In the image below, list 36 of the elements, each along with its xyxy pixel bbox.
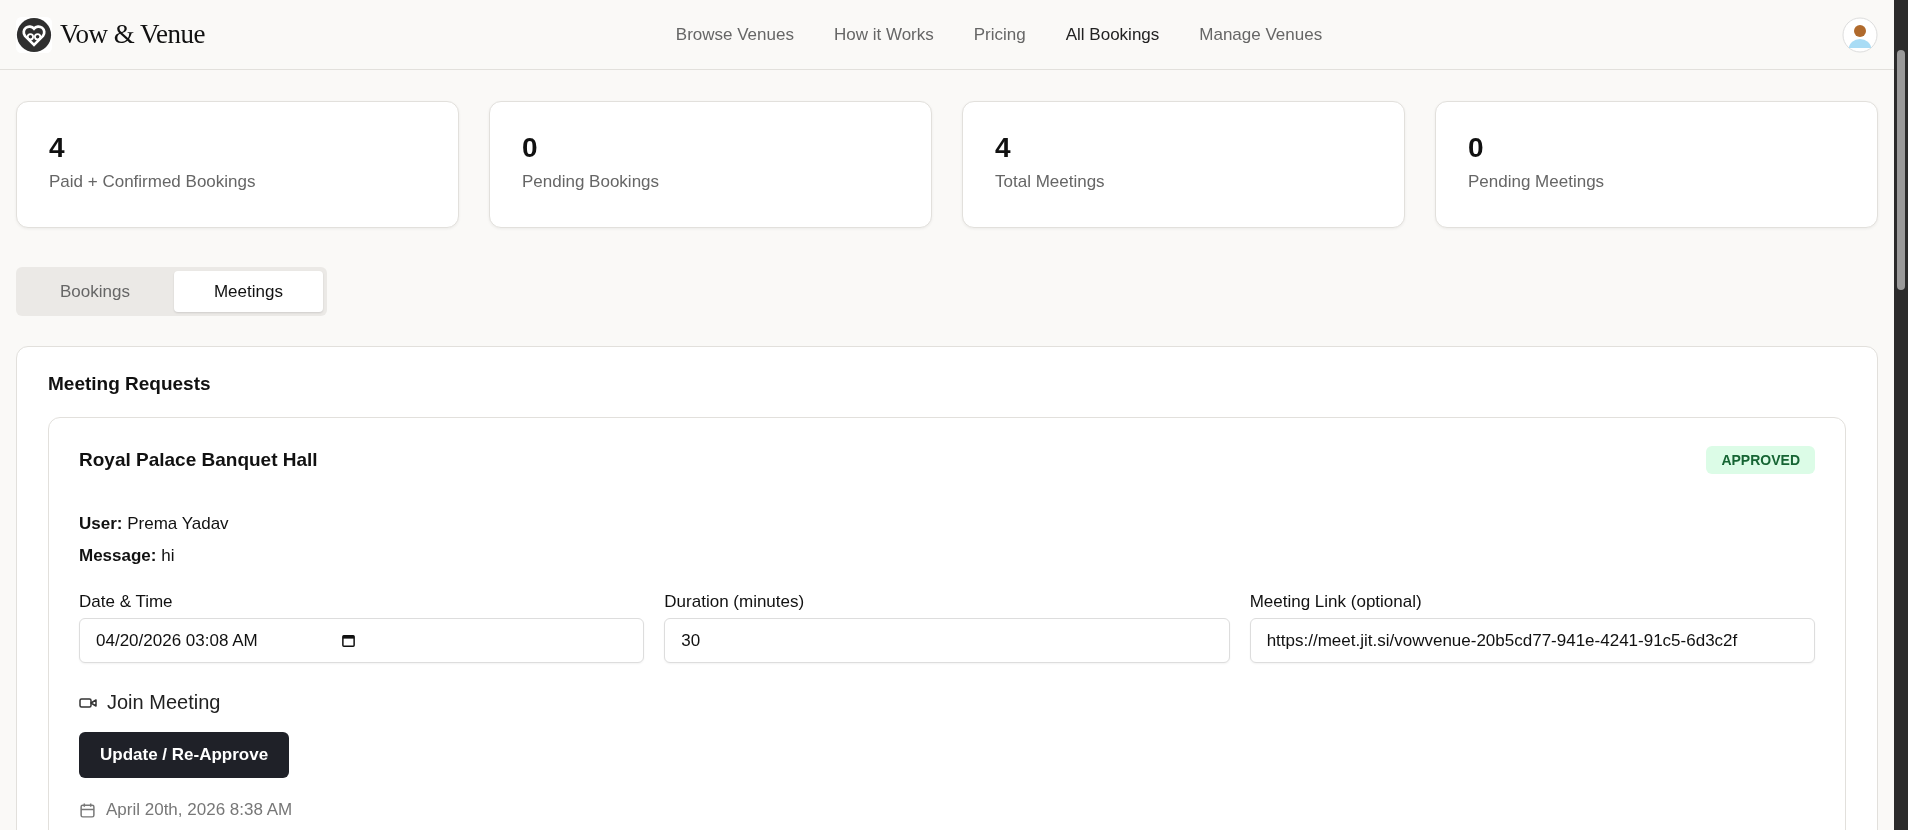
stat-label: Paid + Confirmed Bookings <box>49 172 256 192</box>
stat-value: 0 <box>1468 132 1484 164</box>
nav-link[interactable]: How it Works <box>833 24 934 45</box>
user-avatar-icon[interactable] <box>1842 16 1878 53</box>
panel-title: Meeting Requests <box>48 373 211 395</box>
heart-logo-icon <box>16 16 52 53</box>
stat-value: 0 <box>522 132 538 164</box>
join-meeting-link[interactable]: Join Meeting <box>79 691 221 714</box>
stat-value: 4 <box>995 132 1011 164</box>
message-info: Message: hi <box>79 546 175 566</box>
tab[interactable]: Bookings <box>20 271 170 312</box>
user-info: User: Prema Yadav <box>79 514 229 534</box>
field-label: Duration (minutes) <box>664 592 805 612</box>
nav-link[interactable]: Browse Venues <box>675 24 794 45</box>
field-label: Date & Time <box>79 592 173 612</box>
nav-link[interactable]: Pricing <box>973 24 1026 45</box>
date-time-field[interactable]: 04/20/2026 03:08 AM <box>79 618 645 663</box>
nav-link[interactable]: All Bookings <box>1065 24 1160 45</box>
created-date: April 20th, 2026 8:38 AM <box>106 800 293 820</box>
input-field[interactable]: 30 <box>664 618 1230 663</box>
stat-label: Total Meetings <box>995 172 1105 192</box>
calendar-icon[interactable] <box>341 633 356 648</box>
stat-label: Pending Bookings <box>522 172 660 192</box>
stat-value: 4 <box>49 132 65 164</box>
nav-link[interactable]: Manage Venues <box>1199 24 1323 45</box>
venue-name: Royal Palace Banquet Hall <box>79 449 318 471</box>
calendar-icon <box>79 801 96 819</box>
status-badge: APPROVED <box>1706 446 1815 474</box>
tab[interactable]: Meetings <box>173 271 323 312</box>
video-camera-icon <box>79 695 97 710</box>
brand-name[interactable]: Vow & Venue <box>60 19 205 50</box>
stat-label: Pending Meetings <box>1468 172 1605 192</box>
input-field[interactable]: https://meet.jit.si/vowvenue-20b5cd77-941e-4241-91c5-6d3c2f <box>1249 618 1815 663</box>
field-label: Meeting Link (optional) <box>1249 592 1422 612</box>
update-approve-button[interactable]: Update / Re-Approve <box>79 732 290 778</box>
scrollbar[interactable] <box>1894 0 1908 830</box>
